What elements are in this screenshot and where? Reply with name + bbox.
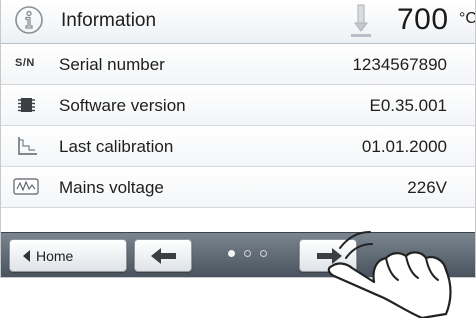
page-dot-3 <box>260 250 267 257</box>
serial-number-value: 1234567890 <box>352 55 447 74</box>
home-button-label: Home <box>36 248 74 264</box>
last-calibration-row: Last calibration 01.01.2000 <box>1 126 475 167</box>
header-bar: Information 700 °C <box>1 0 476 44</box>
home-button[interactable]: Home <box>9 239 127 272</box>
mains-voltage-value: 226V <box>407 178 447 197</box>
page-dot-2 <box>244 250 251 257</box>
arrow-left-icon <box>151 248 176 264</box>
home-arrow-icon <box>23 250 30 262</box>
page-indicator <box>228 250 272 260</box>
serial-number-row: S/N Serial number 1234567890 <box>1 44 475 85</box>
last-calibration-label: Last calibration <box>59 137 174 156</box>
mains-voltage-row: Mains voltage 226V <box>1 167 475 208</box>
voltage-icon <box>13 178 39 195</box>
last-calibration-value: 01.01.2000 <box>361 137 447 156</box>
info-icon <box>15 6 43 34</box>
mains-voltage-label: Mains voltage <box>59 178 164 197</box>
software-version-row: Software version E0.35.001 <box>1 85 475 126</box>
info-list: S/N Serial number 1234567890 Software ve… <box>1 44 475 208</box>
temperature-value: 700 <box>397 3 449 36</box>
chip-icon <box>18 98 35 112</box>
back-button[interactable] <box>134 239 192 272</box>
page-title: Information <box>61 10 157 31</box>
pointing-hand-icon <box>327 231 452 318</box>
serial-number-label: Serial number <box>59 55 165 74</box>
software-version-label: Software version <box>59 96 186 115</box>
sn-icon: S/N <box>15 57 35 69</box>
temperature-icon <box>351 4 371 37</box>
page-dot-1 <box>228 250 235 257</box>
calibration-icon <box>18 137 37 155</box>
temperature-unit: °C <box>459 10 476 27</box>
software-version-value: E0.35.001 <box>369 96 447 115</box>
